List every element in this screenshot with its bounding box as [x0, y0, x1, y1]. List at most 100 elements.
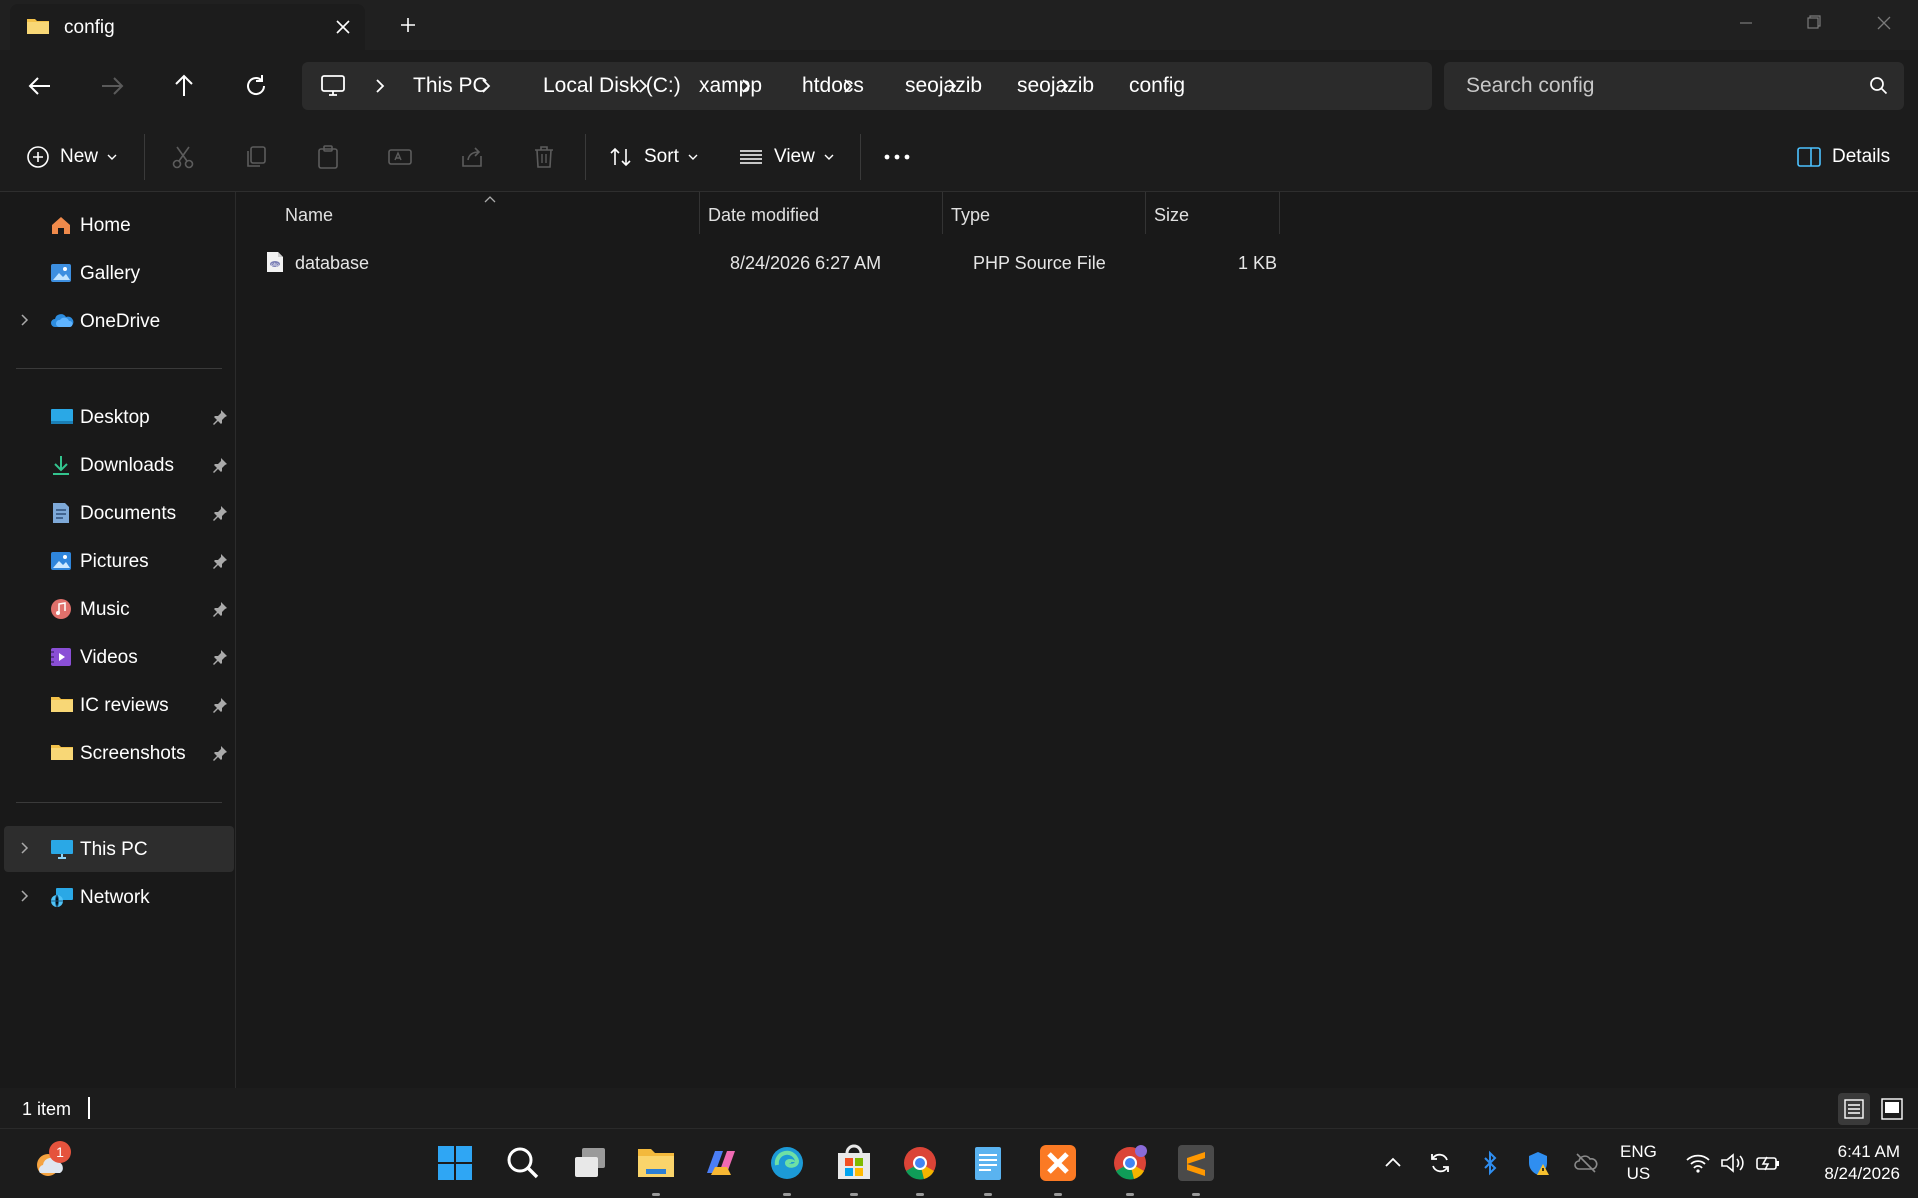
item-count: 1 item: [22, 1099, 72, 1119]
sidebar-item-music[interactable]: Music: [4, 586, 234, 632]
sidebar-item-documents[interactable]: Documents: [4, 490, 234, 536]
search-icon[interactable]: [499, 1139, 547, 1187]
file-row-database[interactable]: php database 8/24/2026 6:27 AM PHP Sourc…: [259, 242, 1279, 282]
sidebar-item-onedrive[interactable]: OneDrive: [4, 298, 234, 344]
details-pane-button[interactable]: Details: [1796, 136, 1890, 178]
refresh-icon[interactable]: [236, 66, 276, 106]
minimize-button[interactable]: [1726, 8, 1766, 38]
column-divider[interactable]: [1279, 192, 1280, 234]
sidebar-item-ic-reviews[interactable]: IC reviews: [4, 682, 234, 728]
cut-button[interactable]: [170, 136, 196, 178]
back-arrow-icon[interactable]: [20, 66, 60, 106]
chevron-right-icon: [476, 76, 496, 96]
paste-button[interactable]: [315, 136, 341, 178]
breadcrumb-config[interactable]: config: [1129, 74, 1185, 98]
pin-icon[interactable]: [212, 601, 228, 622]
security-warning-icon[interactable]: [1524, 1149, 1552, 1177]
sidebar-item-videos[interactable]: Videos: [4, 634, 234, 680]
file-explorer-icon[interactable]: [632, 1139, 680, 1196]
forward-arrow-icon[interactable]: [92, 66, 132, 106]
pin-icon[interactable]: [212, 649, 228, 670]
column-header-type[interactable]: Type: [951, 205, 990, 226]
chevron-right-icon[interactable]: [18, 841, 32, 860]
sync-icon[interactable]: [1426, 1149, 1454, 1177]
running-indicator: [1054, 1193, 1062, 1196]
details-view-button[interactable]: [1838, 1093, 1870, 1125]
sidebar-item-label: Music: [80, 599, 130, 620]
more-options-button[interactable]: [882, 136, 912, 178]
column-divider[interactable]: [942, 192, 943, 234]
view-button[interactable]: View: [738, 136, 835, 178]
task-view-icon[interactable]: [566, 1139, 614, 1187]
close-window-button[interactable]: [1864, 8, 1904, 38]
close-tab-icon[interactable]: [328, 12, 358, 42]
pin-icon[interactable]: [212, 697, 228, 718]
file-name: database: [295, 253, 370, 273]
sort-button[interactable]: Sort: [608, 136, 699, 178]
chevron-up-icon[interactable]: [1379, 1149, 1407, 1177]
file-explorer-window: config This PC Local Disk (C:) xampp htd…: [0, 0, 1918, 1198]
pin-icon[interactable]: [212, 457, 228, 478]
tab-title: config: [64, 17, 115, 38]
pin-icon[interactable]: [212, 505, 228, 526]
chrome-icon[interactable]: [896, 1139, 944, 1196]
navigation-pane: Home Gallery OneDrive Desktop Downloads …: [0, 192, 236, 1088]
large-icons-view-button[interactable]: [1876, 1093, 1908, 1125]
restore-button[interactable]: [1793, 8, 1833, 38]
address-row: This PC Local Disk (C:) xampp htdocs seo…: [0, 50, 1918, 122]
edge-icon[interactable]: [763, 1139, 811, 1196]
delete-button[interactable]: [531, 136, 557, 178]
microsoft-store-icon[interactable]: [830, 1139, 878, 1196]
sidebar-item-gallery[interactable]: Gallery: [4, 250, 234, 296]
computer-icon: [320, 74, 346, 103]
sidebar-item-downloads[interactable]: Downloads: [4, 442, 234, 488]
pin-icon[interactable]: [212, 745, 228, 766]
column-header-date[interactable]: Date modified: [708, 205, 819, 226]
clock[interactable]: 6:41 AM 8/24/2026: [1790, 1141, 1900, 1185]
bluetooth-icon[interactable]: [1476, 1149, 1504, 1177]
downloads-icon: [50, 454, 72, 476]
sidebar-item-home[interactable]: Home: [4, 202, 234, 248]
pin-icon[interactable]: [212, 409, 228, 430]
new-tab-button[interactable]: [393, 10, 423, 40]
chevron-right-icon[interactable]: [18, 313, 32, 332]
clock-time: 6:41 AM: [1837, 1142, 1900, 1161]
language-indicator[interactable]: ENG US: [1620, 1141, 1657, 1185]
view-label: View: [774, 146, 815, 167]
cloud-offline-icon[interactable]: [1572, 1149, 1600, 1177]
column-header-size[interactable]: Size: [1154, 205, 1189, 226]
share-button[interactable]: [459, 136, 485, 178]
column-header-name[interactable]: Name: [285, 205, 333, 226]
up-arrow-icon[interactable]: [164, 66, 204, 106]
sidebar-item-this-pc[interactable]: This PC: [4, 826, 234, 872]
column-divider[interactable]: [699, 192, 700, 234]
sublime-text-icon[interactable]: [1172, 1139, 1220, 1196]
sidebar-item-network[interactable]: Network: [4, 874, 234, 920]
volume-icon[interactable]: [1718, 1149, 1746, 1177]
tab-config[interactable]: config: [10, 4, 365, 50]
sidebar-item-desktop[interactable]: Desktop: [4, 394, 234, 440]
chevron-right-icon: [942, 76, 962, 96]
sidebar-item-screenshots[interactable]: Screenshots: [4, 730, 234, 776]
cut-icon: [172, 146, 194, 169]
copy-button[interactable]: [243, 136, 269, 178]
start-icon[interactable]: [431, 1139, 479, 1187]
pin-icon[interactable]: [212, 553, 228, 574]
xampp-icon[interactable]: [1034, 1139, 1082, 1196]
copilot-icon[interactable]: [697, 1139, 745, 1187]
new-button[interactable]: New: [26, 136, 118, 178]
chevron-right-icon[interactable]: [18, 889, 32, 908]
notepad-icon[interactable]: [964, 1139, 1012, 1196]
address-bar[interactable]: This PC Local Disk (C:) xampp htdocs seo…: [302, 62, 1432, 110]
rename-button[interactable]: [387, 136, 413, 178]
view-icon: [740, 150, 762, 164]
sidebar-item-pictures[interactable]: Pictures: [4, 538, 234, 584]
battery-charging-icon[interactable]: [1754, 1149, 1782, 1177]
breadcrumb-local-disk[interactable]: Local Disk (C:): [543, 74, 681, 98]
file-type: PHP Source File: [973, 253, 1106, 273]
search-input[interactable]: Search config: [1444, 62, 1904, 110]
toolbar-divider: [585, 134, 586, 180]
wifi-icon[interactable]: [1684, 1149, 1712, 1177]
chrome-profile-icon[interactable]: [1106, 1139, 1154, 1196]
column-divider[interactable]: [1145, 192, 1146, 234]
